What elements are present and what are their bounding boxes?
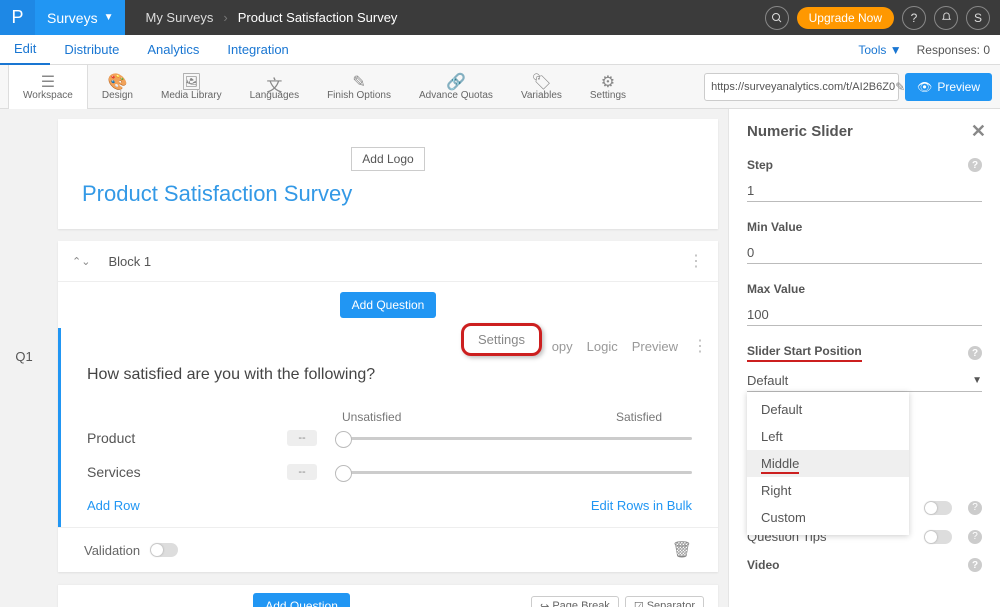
- start-position-label: Slider Start Position: [747, 344, 862, 362]
- survey-url-text: https://surveyanalytics.com/t/AI2B6Z0: [711, 81, 895, 93]
- add-question-button-bottom[interactable]: Add Question: [253, 593, 350, 607]
- tab-distribute[interactable]: Distribute: [50, 35, 133, 65]
- page-break-button[interactable]: ↪ Page Break: [531, 596, 619, 607]
- help-icon[interactable]: ?: [968, 530, 982, 544]
- survey-url-input[interactable]: https://surveyanalytics.com/t/AI2B6Z0 ✎: [704, 73, 899, 101]
- gear-icon: ⚙: [601, 72, 615, 90]
- question-tips-toggle[interactable]: [924, 530, 952, 544]
- matrix-row-label[interactable]: Services: [87, 464, 287, 480]
- question-copy[interactable]: opy: [552, 339, 573, 354]
- tab-edit[interactable]: Edit: [0, 35, 50, 65]
- tool-settings[interactable]: ⚙Settings: [576, 65, 640, 109]
- scale-label-right: Satisfied: [616, 410, 662, 424]
- max-input[interactable]: [747, 304, 982, 326]
- start-position-select[interactable]: Default▼: [747, 370, 982, 392]
- finish-icon: ✎: [352, 72, 365, 90]
- option-custom[interactable]: Custom: [747, 504, 909, 531]
- responses-count: Responses: 0: [917, 43, 990, 57]
- slider-product[interactable]: [335, 437, 692, 440]
- tool-languages[interactable]: 文Languages: [236, 65, 314, 109]
- eye-icon: 👁: [917, 80, 932, 94]
- video-label: Video: [747, 558, 779, 572]
- block-label: Block 1: [108, 254, 151, 269]
- separator-button[interactable]: ☑ Separator: [625, 596, 704, 607]
- tool-design[interactable]: 🎨Design: [88, 65, 147, 109]
- tab-integration[interactable]: Integration: [213, 35, 302, 65]
- help-icon[interactable]: ?: [968, 346, 982, 360]
- tool-finish[interactable]: ✎Finish Options: [313, 65, 405, 109]
- tab-analytics[interactable]: Analytics: [133, 35, 213, 65]
- question-preview[interactable]: Preview: [632, 339, 678, 354]
- question-text[interactable]: How satisfied are you with the following…: [87, 366, 692, 384]
- caret-down-icon: ▼: [104, 12, 114, 23]
- help-icon[interactable]: ?: [968, 558, 982, 572]
- max-label: Max Value: [747, 282, 805, 296]
- surveys-dropdown[interactable]: Surveys ▼: [35, 0, 125, 35]
- question-menu-icon[interactable]: ⋮: [692, 336, 708, 356]
- surveys-label: Surveys: [47, 10, 98, 26]
- option-right[interactable]: Right: [747, 477, 909, 504]
- bell-icon[interactable]: [934, 6, 958, 30]
- trash-icon[interactable]: 🗑: [672, 540, 692, 560]
- na-toggle[interactable]: --: [287, 430, 317, 446]
- close-icon[interactable]: ✕: [971, 121, 986, 142]
- breadcrumb: My Surveys › Product Satisfaction Survey: [125, 10, 417, 25]
- caret-down-icon: ▼: [972, 375, 982, 386]
- tool-variables[interactable]: 🏷Variables: [507, 65, 576, 109]
- slider-services[interactable]: [335, 471, 692, 474]
- validation-label: Validation: [84, 543, 140, 558]
- add-question-button-top[interactable]: Add Question: [340, 292, 437, 318]
- panel-title: Numeric Slider: [747, 123, 982, 140]
- search-icon[interactable]: [765, 6, 789, 30]
- option-left[interactable]: Left: [747, 423, 909, 450]
- quotas-icon: 🔗: [446, 72, 466, 90]
- tool-workspace[interactable]: ☰Workspace: [8, 65, 88, 109]
- tool-quotas[interactable]: 🔗Advance Quotas: [405, 65, 507, 109]
- help-icon[interactable]: ?: [902, 6, 926, 30]
- variables-icon: 🏷: [531, 72, 551, 90]
- help-icon[interactable]: ?: [968, 501, 982, 515]
- preview-button[interactable]: 👁 Preview: [905, 73, 992, 101]
- app-logo[interactable]: P: [0, 0, 35, 35]
- user-avatar[interactable]: S: [966, 6, 990, 30]
- tool-media[interactable]: 🖼Media Library: [147, 65, 236, 109]
- languages-icon: 文: [266, 72, 282, 90]
- add-logo-button[interactable]: Add Logo: [351, 147, 424, 171]
- breadcrumb-my-surveys[interactable]: My Surveys: [135, 10, 223, 25]
- start-position-menu: Default Left Middle Right Custom: [747, 392, 909, 535]
- design-icon: 🎨: [107, 72, 127, 90]
- edit-rows-link[interactable]: Edit Rows in Bulk: [591, 498, 692, 513]
- upgrade-button[interactable]: Upgrade Now: [797, 7, 894, 29]
- question-logic[interactable]: Logic: [587, 339, 618, 354]
- step-label: Step: [747, 158, 773, 172]
- alternate-colors-toggle[interactable]: [924, 501, 952, 515]
- block-menu-icon[interactable]: ⋮: [688, 251, 704, 271]
- option-middle[interactable]: Middle: [747, 450, 909, 477]
- matrix-row-label[interactable]: Product: [87, 430, 287, 446]
- media-icon: 🖼: [181, 72, 201, 90]
- step-input[interactable]: [747, 180, 982, 202]
- question-number: Q1: [0, 109, 48, 607]
- min-input[interactable]: [747, 242, 982, 264]
- collapse-icon[interactable]: ⌃⌄: [72, 255, 90, 268]
- tools-dropdown[interactable]: Tools ▼: [858, 43, 901, 57]
- breadcrumb-current: Product Satisfaction Survey: [228, 10, 408, 25]
- survey-title[interactable]: Product Satisfaction Survey: [82, 181, 694, 207]
- na-toggle[interactable]: --: [287, 464, 317, 480]
- validation-toggle[interactable]: [150, 543, 178, 557]
- pencil-icon[interactable]: ✎: [895, 80, 905, 94]
- add-row-link[interactable]: Add Row: [87, 498, 140, 513]
- option-default[interactable]: Default: [747, 396, 909, 423]
- help-icon[interactable]: ?: [968, 158, 982, 172]
- min-label: Min Value: [747, 220, 802, 234]
- workspace-icon: ☰: [41, 72, 55, 90]
- scale-label-left: Unsatisfied: [342, 410, 401, 424]
